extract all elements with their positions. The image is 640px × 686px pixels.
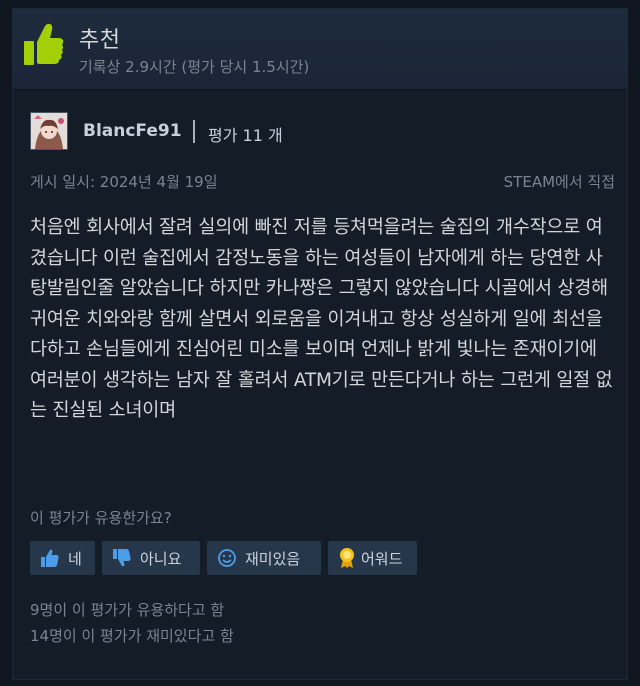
- recommendation-title: 추천: [79, 28, 121, 53]
- award-button[interactable]: 어워드: [328, 541, 417, 575]
- funny-count: 14명이 이 평가가 재미있다고 함: [30, 627, 234, 645]
- vote-funny-button[interactable]: 재미있음: [207, 541, 321, 575]
- vote-yes-button[interactable]: 네: [30, 541, 95, 575]
- review-card: 추천 기록상 2.9시간 (평가 당시 1.5시간) BlancFe91 평가 …: [12, 8, 628, 680]
- divider: [193, 120, 195, 143]
- review-body: 처음엔 회사에서 잘려 실의에 빠진 저를 등쳐먹을려는 술집의 개수작으로 여…: [30, 217, 613, 421]
- thumbs-up-icon: [41, 549, 59, 567]
- review-source: STEAM에서 직접: [503, 173, 615, 191]
- smiley-icon: [218, 549, 236, 567]
- helpful-count: 9명이 이 평가가 유용하다고 함: [30, 601, 225, 619]
- playtime-text: 기록상 2.9시간 (평가 당시 1.5시간): [79, 58, 310, 76]
- posted-date: 게시 일시: 2024년 4월 19일: [30, 173, 218, 191]
- author-review-count[interactable]: 평가 11 개: [208, 122, 283, 146]
- avatar-image: [31, 113, 67, 149]
- award-icon: [340, 548, 354, 568]
- author-name[interactable]: BlancFe91: [83, 121, 182, 141]
- vote-no-label: 아니요: [140, 549, 182, 568]
- vote-funny-label: 재미있음: [245, 549, 301, 568]
- recommendation-header[interactable]: 추천 기록상 2.9시간 (평가 당시 1.5시간): [13, 9, 627, 90]
- avatar[interactable]: [30, 112, 68, 150]
- thumbs-down-icon: [113, 549, 131, 567]
- helpful-question: 이 평가가 유용한가요?: [30, 509, 172, 527]
- thumbs-up-icon: [24, 23, 64, 65]
- award-label: 어워드: [361, 549, 403, 568]
- vote-no-button[interactable]: 아니요: [102, 541, 200, 575]
- vote-yes-label: 네: [68, 549, 82, 568]
